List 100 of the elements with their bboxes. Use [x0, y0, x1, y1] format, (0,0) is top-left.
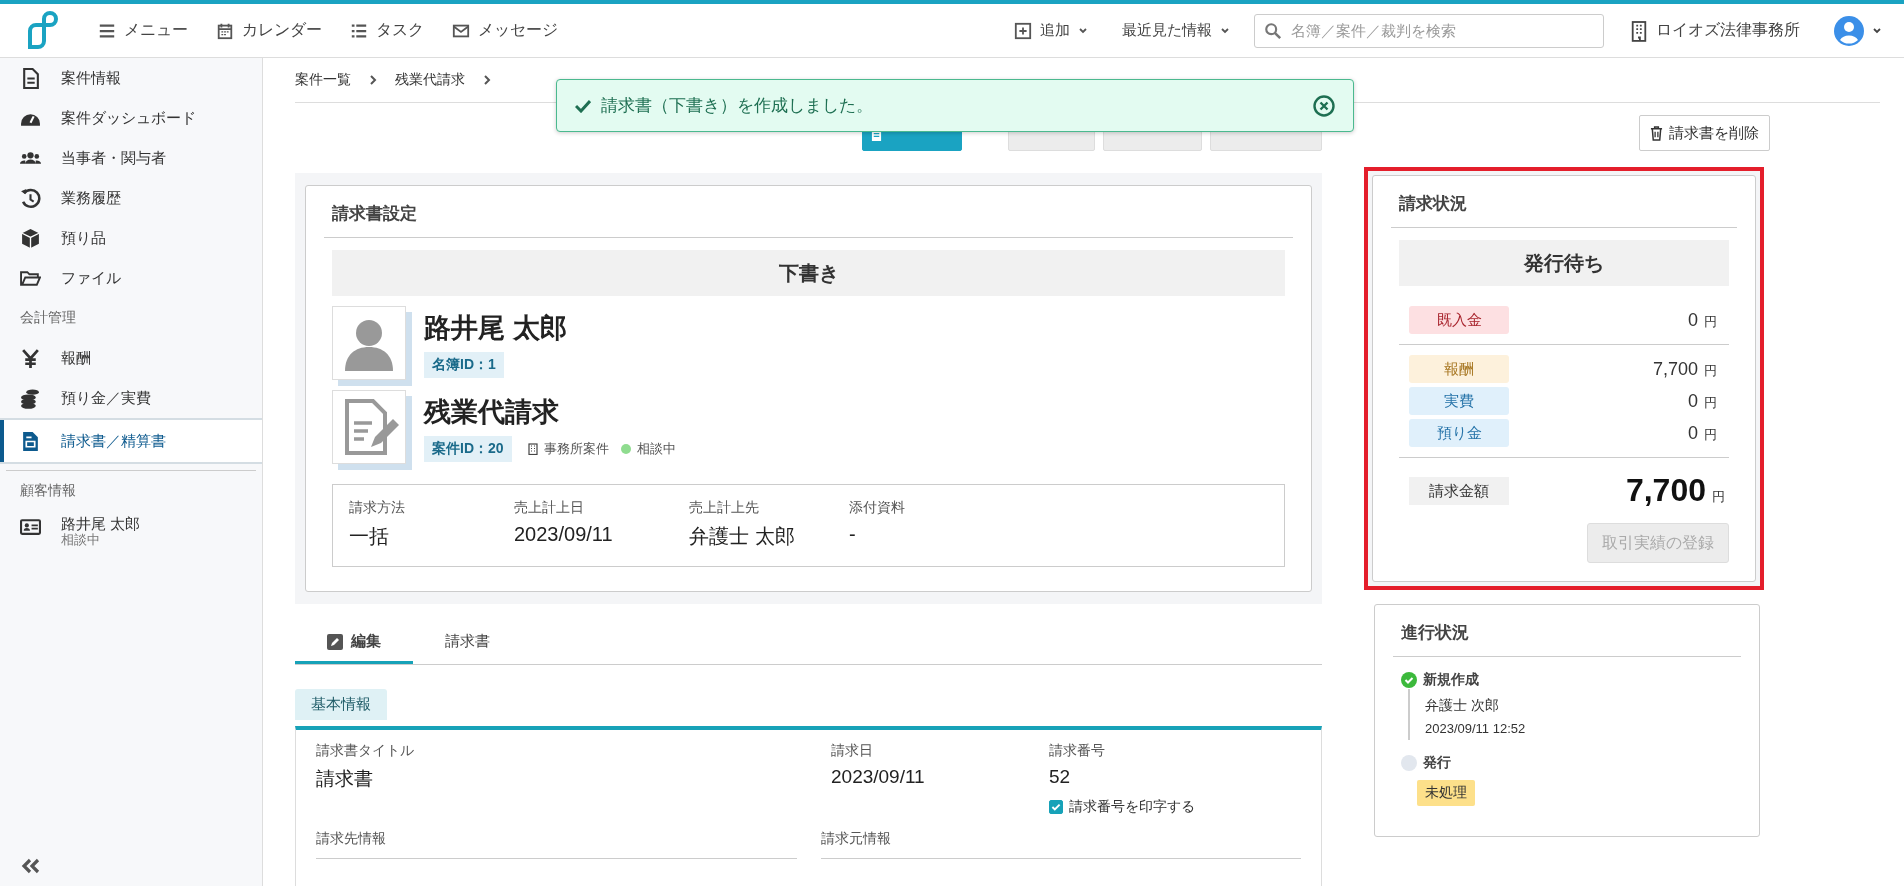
tab[interactable]: 請求書: [413, 622, 522, 664]
status-banner: 下書き: [332, 250, 1285, 296]
section-label: 基本情報: [295, 689, 387, 720]
field-value: 52: [1049, 766, 1072, 788]
total-label: 請求金額: [1409, 476, 1509, 505]
amount-tag: 預り金: [1409, 419, 1509, 447]
chevron-icon: [483, 75, 491, 85]
total-amount: 7,700: [1625, 472, 1706, 509]
nav-link[interactable]: カレンダー: [216, 20, 322, 41]
box-icon: [20, 227, 41, 249]
field-label: 売上計上日: [514, 499, 585, 517]
sidebar-item[interactable]: 報酬: [0, 338, 262, 378]
tab[interactable]: 編集: [295, 622, 413, 664]
checkbox[interactable]: [1049, 800, 1063, 814]
field-label: 売上計上先: [689, 499, 760, 517]
case-status: 相談中: [636, 440, 676, 458]
field-label: 添付資料: [849, 499, 906, 517]
card-title: 請求状況: [1391, 176, 1737, 228]
checkbox-label: 請求番号を印字する: [1069, 798, 1195, 816]
collapse-icon[interactable]: [20, 858, 42, 874]
field-value: 2023/09/11: [831, 766, 926, 788]
breadcrumb-link[interactable]: 案件一覧: [295, 71, 351, 89]
building-icon: [527, 443, 538, 455]
caret-icon: [1078, 25, 1088, 36]
caret-icon: [1220, 25, 1230, 36]
nav-link[interactable]: タスク: [350, 20, 424, 41]
nav-link[interactable]: メッセージ: [452, 20, 558, 41]
check-icon: [575, 98, 591, 113]
user-avatar-icon: [1834, 15, 1864, 46]
field-value: -: [849, 523, 857, 546]
card-title: 進行状況: [1393, 605, 1741, 657]
sidebar-item[interactable]: ファイル: [0, 258, 262, 298]
delete-button[interactable]: 請求書を削除: [1639, 115, 1770, 151]
recent-menu[interactable]: 最近見た情報: [1114, 17, 1238, 44]
history-icon: [20, 187, 41, 209]
sidebar-item[interactable]: 請求書／精算書: [0, 418, 262, 464]
card-title: 請求書設定: [324, 186, 1293, 238]
amount-tag: 既入金: [1409, 306, 1509, 334]
amount-tag: 実費: [1409, 387, 1509, 415]
field-label: 請求元情報: [820, 830, 1301, 859]
step-datetime: 2023/09/11 12:52: [1425, 721, 1526, 736]
currency-unit: 円: [1704, 393, 1717, 412]
field-label: 請求書タイトル: [316, 742, 415, 760]
caret-icon: [1872, 25, 1882, 36]
sidebar-item[interactable]: 預り金／実費: [0, 378, 262, 418]
step-label: 発行: [1423, 754, 1451, 772]
sidebar-item[interactable]: 預り品: [0, 218, 262, 258]
client-status: 相談中: [61, 532, 101, 547]
field-label: 請求先情報: [316, 830, 797, 859]
id-tag: 名簿ID：1: [424, 352, 504, 378]
field-value: 2023/09/11: [514, 523, 614, 546]
sidebar-item[interactable]: 当事者・関与者: [0, 138, 262, 178]
sidebar-item[interactable]: 路井尾 太郎 相談中: [0, 510, 262, 560]
coins-icon: [20, 387, 41, 409]
menu-icon: [98, 21, 116, 40]
currency-unit: 円: [1704, 425, 1717, 444]
sidebar-item[interactable]: 業務履歴: [0, 178, 262, 218]
chevron-icon: [369, 75, 377, 85]
document-icon: [20, 67, 41, 89]
client-name: 路井尾 太郎: [424, 312, 567, 345]
amount: 7,700: [1652, 358, 1698, 380]
trash-icon: [1650, 125, 1663, 141]
sidebar-heading: 会計管理: [19, 308, 77, 327]
toast-message: 請求書（下書き）を作成しました。: [601, 95, 874, 117]
currency-unit: 円: [1712, 488, 1725, 506]
currency-unit: 円: [1704, 312, 1717, 331]
breadcrumb-link[interactable]: 残業代請求: [395, 71, 465, 89]
search-icon: [1264, 21, 1282, 40]
amount-tag: 報酬: [1409, 355, 1509, 383]
status-banner: 発行待ち: [1399, 240, 1729, 286]
amount: 0: [1688, 422, 1698, 444]
building-icon: [1630, 18, 1648, 43]
status-badge: 未処理: [1417, 780, 1475, 806]
search-field[interactable]: 名簿／案件／裁判を検索: [1254, 13, 1604, 48]
field-value: 請求書: [316, 767, 374, 791]
case-type: 事務所案件: [543, 440, 609, 458]
calendar-icon: [216, 21, 234, 40]
field-value: 一括: [349, 524, 390, 549]
pencil-icon: [327, 633, 343, 650]
field-label: 請求方法: [349, 499, 406, 517]
add-menu[interactable]: 追加: [1006, 17, 1096, 44]
sidebar-heading: 顧客情報: [6, 470, 256, 510]
amount: 0: [1688, 309, 1698, 331]
currency-unit: 円: [1704, 361, 1717, 380]
field-value: 弁護士 太郎: [689, 524, 796, 549]
amount: 0: [1688, 390, 1698, 412]
field-label: 請求番号: [1049, 742, 1106, 760]
step-label: 新規作成: [1423, 671, 1479, 689]
id-tag: 案件ID：20: [424, 436, 512, 462]
step-person: 弁護士 次郎: [1425, 697, 1499, 715]
field-label: 請求日: [831, 742, 874, 760]
sidebar-item[interactable]: 案件ダッシュボード: [0, 98, 262, 138]
yen-icon: [20, 347, 41, 369]
close-icon[interactable]: [1313, 94, 1335, 117]
nav-link[interactable]: メニュー: [98, 20, 188, 41]
office-menu[interactable]: ロイオズ法律事務所: [1622, 14, 1808, 47]
plus-icon: [1014, 21, 1032, 40]
invoice-icon: [20, 430, 41, 452]
case-title: 残業代請求: [424, 396, 559, 429]
sidebar-item[interactable]: 案件情報: [0, 58, 262, 98]
